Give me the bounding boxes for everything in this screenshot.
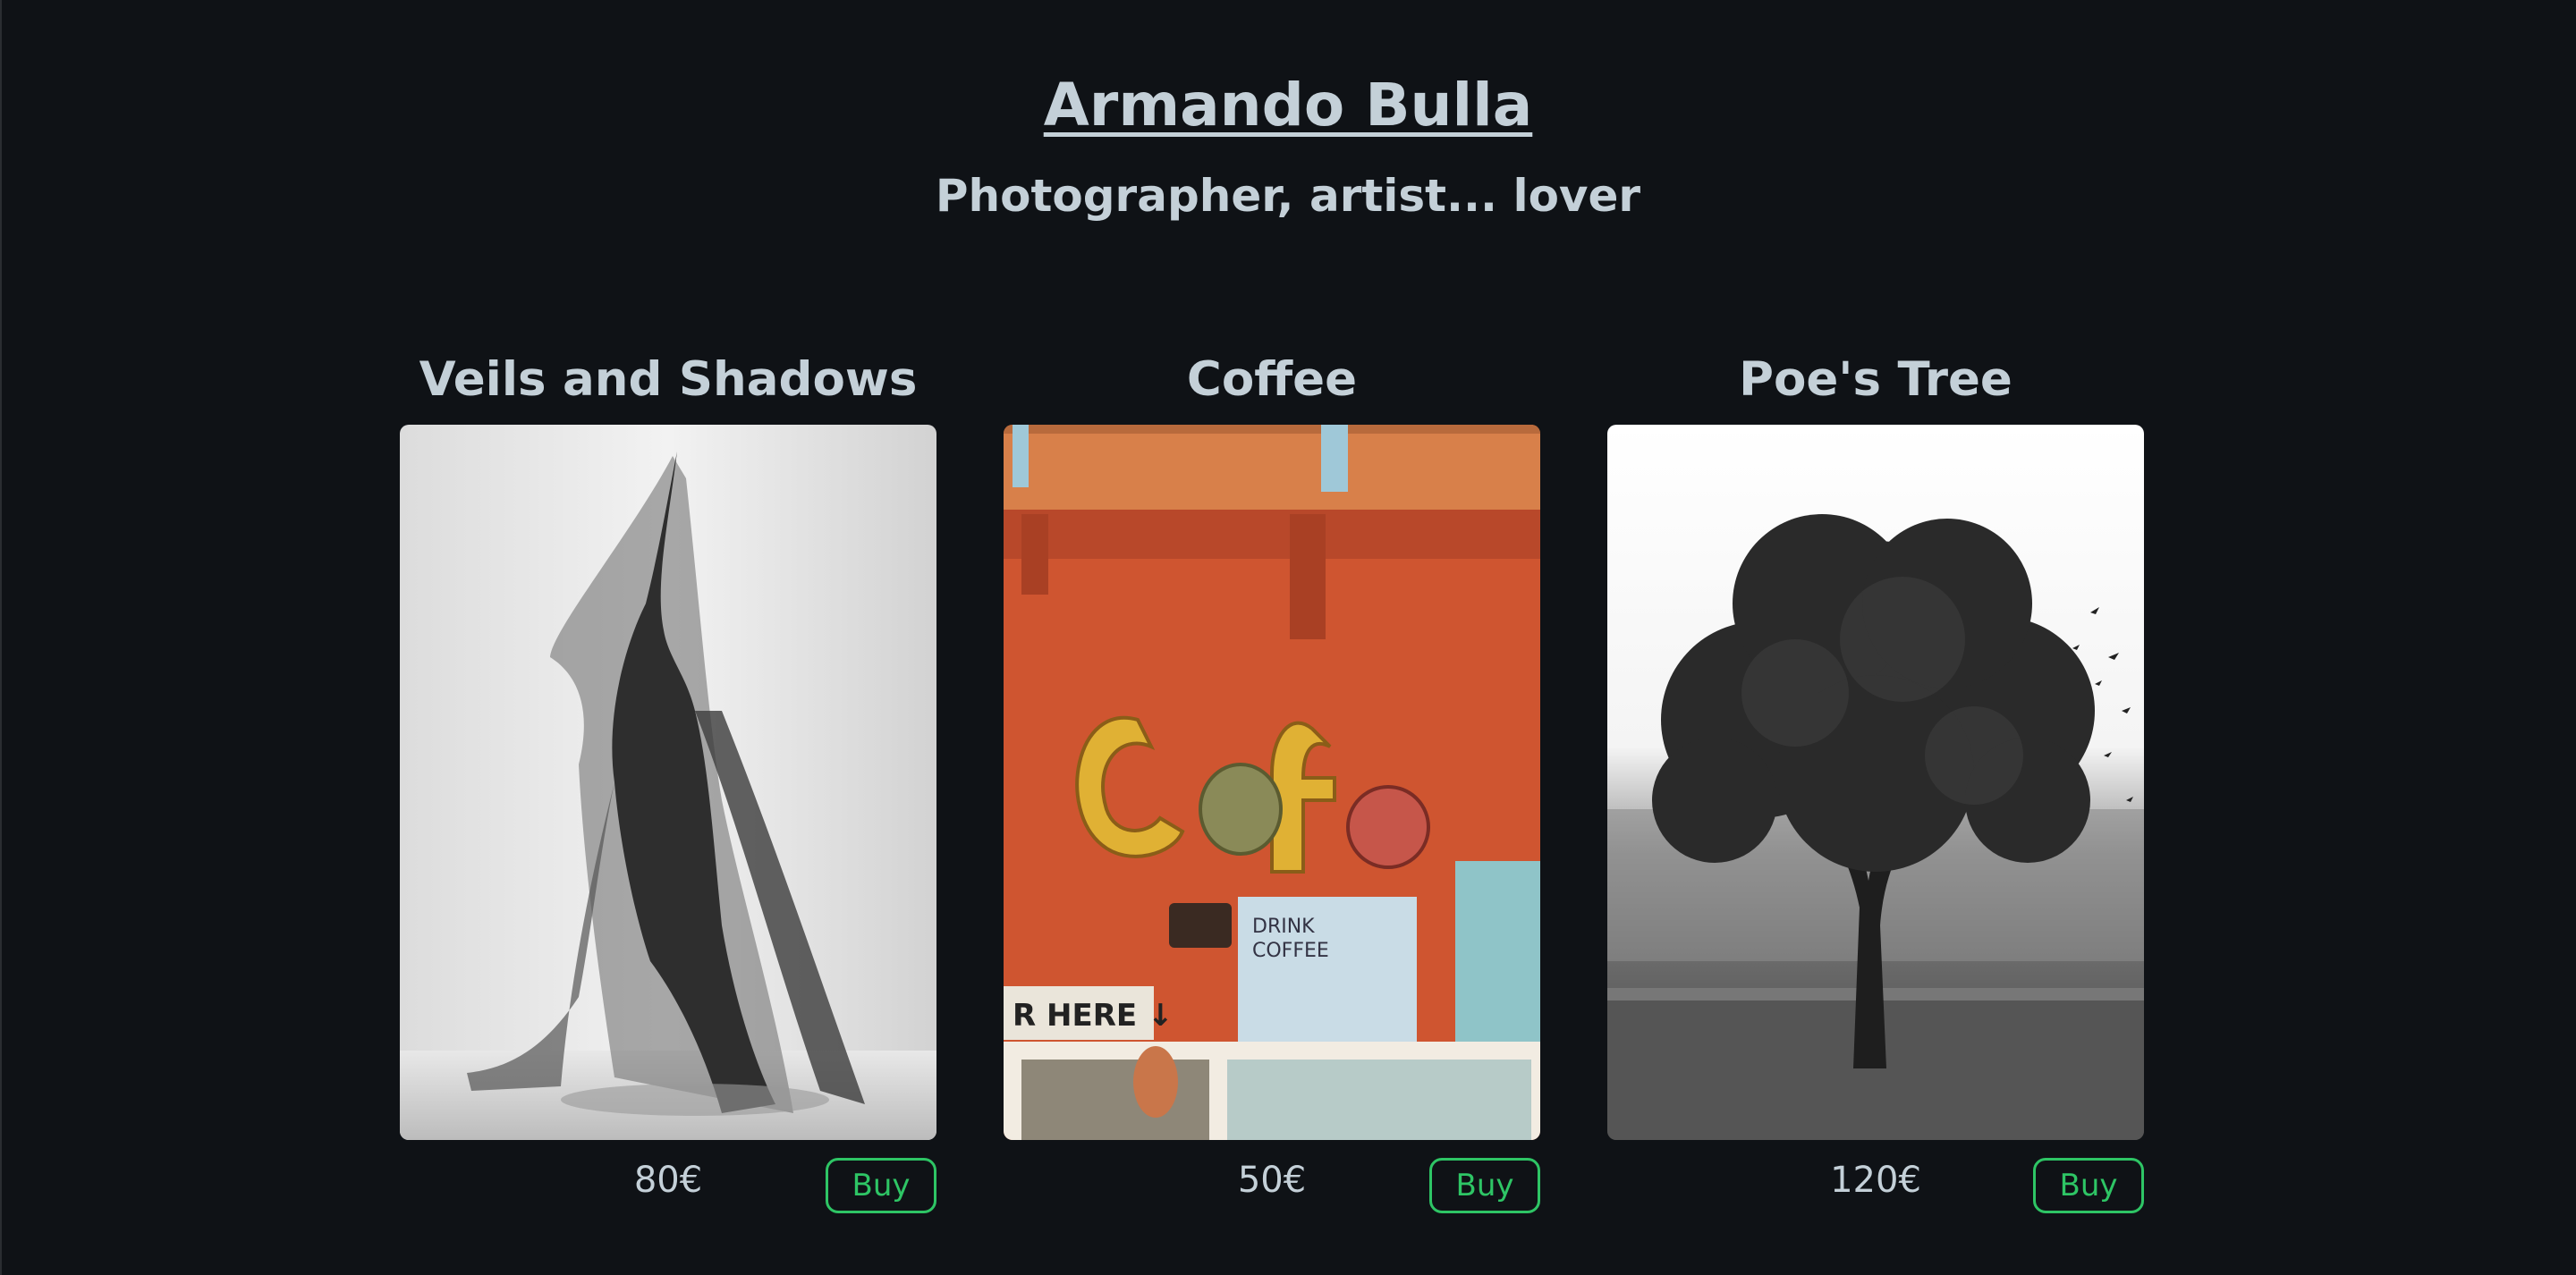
buy-button[interactable]: Buy bbox=[2033, 1158, 2144, 1213]
product-title: Coffee bbox=[1186, 352, 1358, 407]
svg-text:R HERE ↓: R HERE ↓ bbox=[1013, 998, 1173, 1034]
product-title: Veils and Shadows bbox=[419, 352, 918, 407]
cafe-sign-photo[interactable]: DRINK COFFEE R HERE ↓ bbox=[1004, 425, 1540, 1140]
product-card: Coffee DRINK COFFEE R HERE ↓ 50€ Buy bbox=[1004, 349, 1540, 1213]
product-card: Veils and Shadows 80€ Buy bbox=[400, 349, 936, 1213]
tagline: Photographer, artist... lover bbox=[935, 170, 1641, 222]
veiled-dancer-photo[interactable] bbox=[400, 425, 936, 1140]
lone-tree-photo[interactable] bbox=[1607, 425, 2144, 1140]
site-title-link[interactable]: Armando Bulla bbox=[1044, 71, 1533, 139]
page: Armando Bulla Photographer, artist... lo… bbox=[0, 0, 2576, 1275]
product-title: Poe's Tree bbox=[1739, 352, 2012, 407]
buy-button[interactable]: Buy bbox=[1429, 1158, 1540, 1213]
buy-button[interactable]: Buy bbox=[826, 1158, 936, 1213]
svg-text:DRINK: DRINK bbox=[1252, 916, 1315, 938]
product-card: Poe's Tree 120€ Buy bbox=[1607, 349, 2144, 1213]
site-title: Armando Bulla bbox=[0, 70, 2576, 141]
svg-text:COFFEE: COFFEE bbox=[1252, 940, 1329, 962]
